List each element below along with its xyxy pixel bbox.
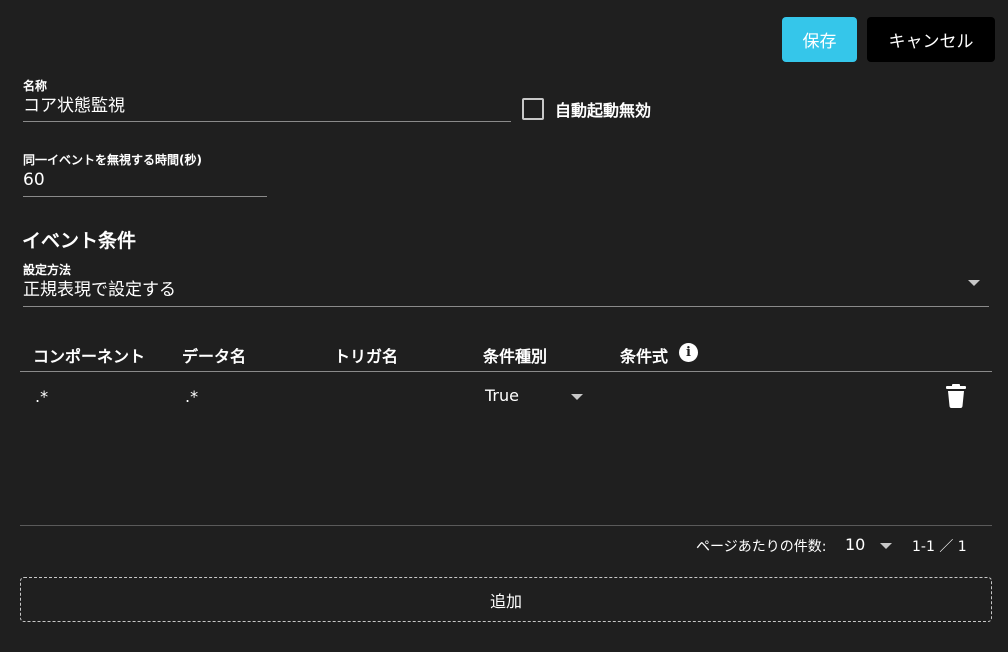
rows-per-page-select[interactable]: 10 — [845, 535, 865, 554]
column-header-trigger-name: トリガ名 — [334, 347, 399, 366]
auto-start-disabled-label: 自動起動無効 — [555, 101, 652, 120]
method-select-value[interactable]: 正規表現で設定する — [23, 279, 989, 301]
save-button[interactable]: 保存 — [782, 17, 857, 62]
column-header-data-name: データ名 — [182, 347, 247, 366]
name-field[interactable]: 名称 コア状態監視 — [23, 79, 511, 117]
chevron-down-icon[interactable] — [880, 543, 892, 549]
method-select-label: 設定方法 — [23, 263, 72, 277]
table-header-divider — [20, 371, 992, 372]
name-field-label: 名称 — [23, 79, 48, 93]
auto-start-disabled-checkbox-wrap[interactable]: 自動起動無効 — [522, 97, 651, 121]
auto-start-disabled-checkbox[interactable] — [522, 98, 544, 120]
ignore-duration-input[interactable]: 60 — [23, 169, 267, 191]
method-select[interactable]: 設定方法 正規表現で設定する — [23, 263, 989, 301]
event-conditions-title: イベント条件 — [22, 230, 137, 252]
add-condition-button[interactable]: 追加 — [20, 577, 992, 622]
name-input[interactable]: コア状態監視 — [23, 95, 511, 117]
trash-icon[interactable] — [946, 384, 966, 408]
ignore-duration-underline — [23, 196, 267, 197]
chevron-down-icon[interactable] — [968, 280, 980, 286]
chevron-down-icon[interactable] — [571, 394, 583, 400]
ignore-duration-field[interactable]: 同一イベントを無視する時間(秒) 60 — [23, 153, 267, 191]
cancel-button[interactable]: キャンセル — [867, 17, 995, 62]
column-header-condition-type: 条件種別 — [483, 347, 548, 366]
cell-data-name[interactable]: .* — [185, 387, 198, 406]
table-footer-divider — [20, 525, 992, 526]
info-icon[interactable]: i — [679, 343, 698, 362]
cell-condition-type[interactable]: True — [485, 386, 519, 405]
column-header-component: コンポーネント — [33, 347, 146, 366]
pagination-range: 1-1 ／ 1 — [912, 539, 967, 555]
rows-per-page-label: ページあたりの件数: — [696, 539, 827, 555]
ignore-duration-label: 同一イベントを無視する時間(秒) — [23, 153, 202, 167]
method-select-underline — [23, 306, 989, 307]
cell-component[interactable]: .* — [35, 387, 48, 406]
name-field-underline — [23, 121, 511, 122]
column-header-expression: 条件式 — [620, 347, 669, 366]
